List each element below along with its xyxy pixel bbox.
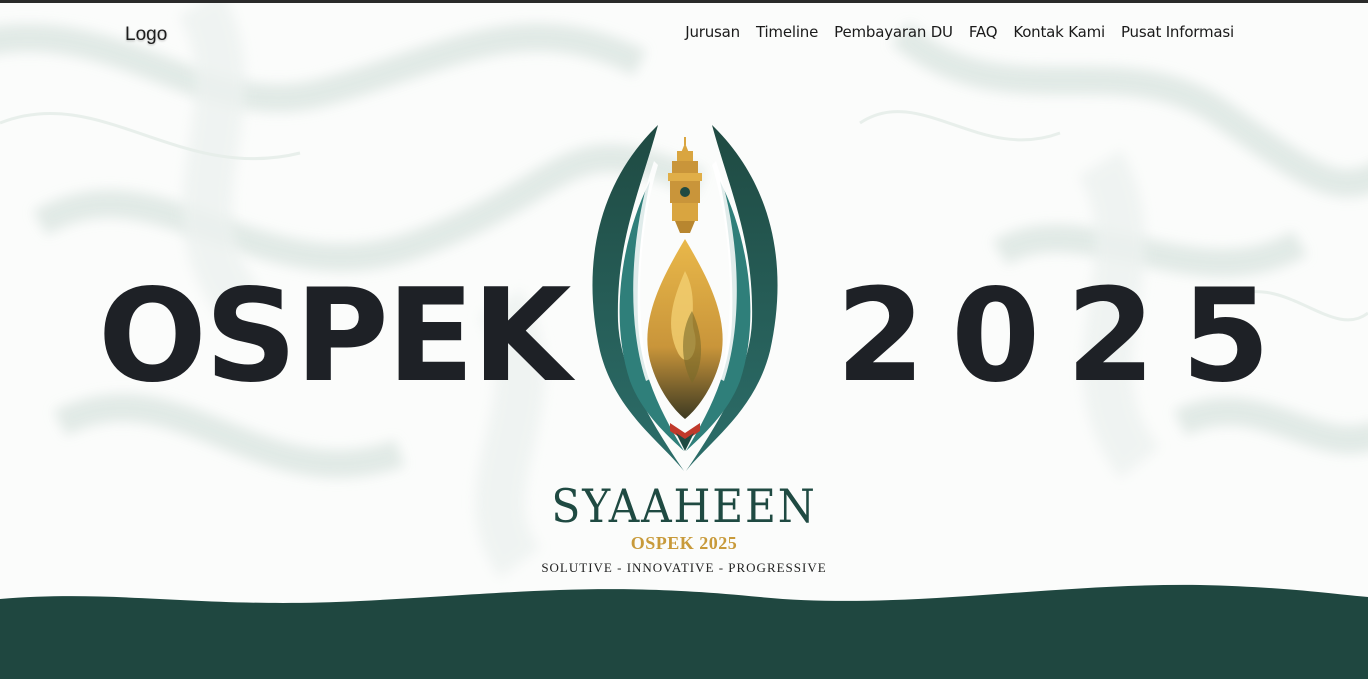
landing-page: Logo Jurusan Timeline Pembayaran DU FAQ … [0,0,1368,679]
flame-tower-emblem-icon [592,125,778,471]
nav-link-faq[interactable]: FAQ [969,23,998,41]
nav-link-timeline[interactable]: Timeline [756,23,818,41]
brand-name: SYAAHEEN [551,479,817,533]
main-nav: Jurusan Timeline Pembayaran DU FAQ Konta… [685,23,1234,41]
footer-wave [0,584,1368,679]
top-navbar: Logo Jurusan Timeline Pembayaran DU FAQ … [0,3,1368,67]
nav-link-kontak-kami[interactable]: Kontak Kami [1013,23,1105,41]
hero-title-right: 2025 [836,262,1297,411]
brand-subtitle: OSPEK 2025 [630,533,738,553]
hero-title-left: OSPEK [98,262,571,411]
brand-tagline: SOLUTIVE - INNOVATIVE - PROGRESSIVE [541,560,827,575]
nav-link-pusat-informasi[interactable]: Pusat Informasi [1121,23,1234,41]
site-logo[interactable]: Logo [125,24,167,46]
nav-link-pembayaran-du[interactable]: Pembayaran DU [834,23,953,41]
nav-link-jurusan[interactable]: Jurusan [685,23,740,41]
